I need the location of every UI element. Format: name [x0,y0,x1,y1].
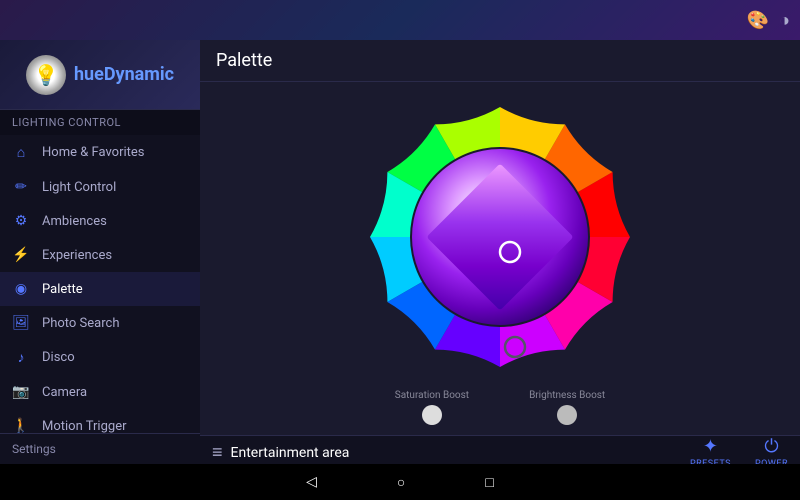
sidebar-item-disco-label: Disco [42,350,75,365]
logo-icon: 💡 [26,55,66,95]
motion-trigger-icon: 🚶 [12,418,30,433]
sidebar-item-palette-label: Palette [42,282,83,297]
app-name-hue: hue [74,64,104,85]
main-content: Palette [200,40,800,464]
sidebar-item-motion-trigger-label: Motion Trigger [42,419,127,434]
android-home-button[interactable]: ○ [397,474,405,491]
color-wheel[interactable] [355,92,645,382]
palette-nav-icon: ◉ [12,281,30,297]
sidebar-item-light-control[interactable]: ✏ Light Control [0,170,200,204]
app-logo: 💡 hueDynamic [0,40,200,110]
menu-icon[interactable]: ≡ [212,442,223,463]
android-recent-button[interactable]: □ [485,474,493,491]
sidebar-item-home[interactable]: ⌂ Home & Favorites [0,135,200,170]
bottom-bar-right: ✦ PRESETS ⏻ POWER [690,436,788,464]
app-name-dynamic: Dynamic [104,64,174,85]
saturation-boost-label: Saturation Boost [395,390,469,401]
brightness-boost: Brightness Boost [529,390,605,425]
disco-icon: ♪ [12,349,30,366]
light-control-icon: ✏ [12,179,30,195]
content-header: Palette [200,40,800,82]
photo-search-icon: 🖼 [12,315,30,331]
dark-cursor[interactable] [505,337,525,357]
saturation-boost-circle[interactable] [422,405,442,425]
power-button[interactable]: ⏻ POWER [755,436,788,464]
palette-area[interactable]: Saturation Boost Brightness Boost [200,82,800,435]
bottom-bar: ≡ Entertainment area ✦ PRESETS ⏻ POWER [200,435,800,464]
boost-controls: Saturation Boost Brightness Boost [395,390,605,425]
sidebar-item-ambiences-label: Ambiences [42,214,107,229]
saturation-boost: Saturation Boost [395,390,469,425]
main-layout: 💡 hueDynamic Lighting Control ⌂ Home & F… [0,40,800,464]
palette-icon[interactable]: 🎨 [747,10,769,31]
sidebar-item-camera[interactable]: 📷 Camera [0,375,200,409]
camera-icon: 📷 [12,384,30,400]
app-name: hueDynamic [74,64,174,85]
sidebar-item-photo-search[interactable]: 🖼 Photo Search [0,306,200,340]
home-icon: ⌂ [12,144,30,161]
brightness-boost-label: Brightness Boost [529,390,605,401]
ambiences-icon: ⚙ [12,213,30,229]
sidebar-item-photo-search-label: Photo Search [42,316,119,331]
power-icon: ⏻ [764,436,778,457]
white-cursor[interactable] [500,242,520,262]
top-bar: 🎨 ◑ [0,0,800,40]
android-back-button[interactable]: ◁ [306,474,317,490]
sidebar-nav: ⌂ Home & Favorites ✏ Light Control ⚙ Amb… [0,135,200,433]
sidebar-item-experiences-label: Experiences [42,248,112,263]
bottom-bar-left: ≡ Entertainment area [212,442,349,463]
settings-label[interactable]: Settings [0,433,200,464]
presets-icon: ✦ [703,436,718,457]
presets-button[interactable]: ✦ PRESETS [690,436,731,464]
sidebar: 💡 hueDynamic Lighting Control ⌂ Home & F… [0,40,200,464]
sidebar-item-light-control-label: Light Control [42,180,116,195]
sidebar-item-camera-label: Camera [42,385,87,400]
area-label: Entertainment area [231,445,350,461]
sidebar-item-disco[interactable]: ♪ Disco [0,340,200,375]
sidebar-item-home-label: Home & Favorites [42,145,145,160]
page-title: Palette [216,50,784,71]
sidebar-item-palette[interactable]: ◉ Palette [0,272,200,306]
brightness-boost-circle[interactable] [557,405,577,425]
android-nav-bar: ◁ ○ □ [0,464,800,500]
experiences-icon: ⚡ [12,247,30,263]
sidebar-item-experiences[interactable]: ⚡ Experiences [0,238,200,272]
sidebar-item-motion-trigger[interactable]: 🚶 Motion Trigger [0,409,200,433]
contrast-icon[interactable]: ◑ [779,10,790,31]
sidebar-section-label: Lighting Control [0,110,200,135]
sidebar-item-ambiences[interactable]: ⚙ Ambiences [0,204,200,238]
